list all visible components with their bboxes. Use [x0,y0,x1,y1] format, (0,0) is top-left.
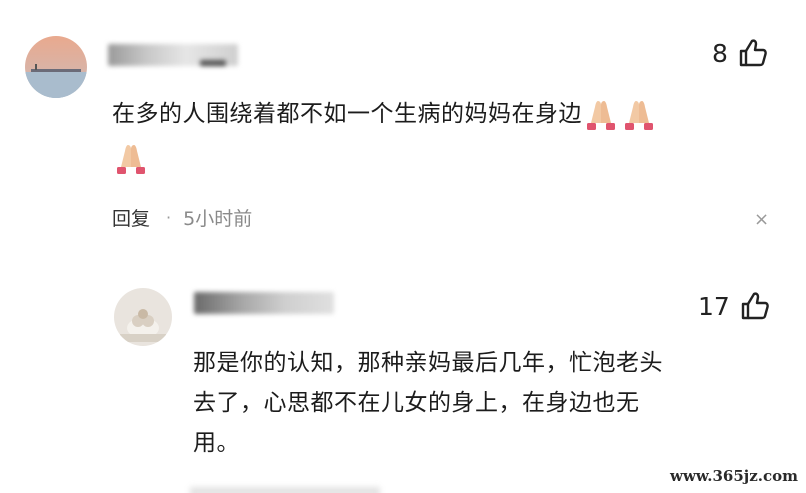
thumbs-up-icon[interactable] [738,38,768,68]
comment-thread: 8 在多的人围绕着都不如一个生病的妈妈在身边 回复 · 5小时前 × 17 那是… [0,0,806,493]
meta-separator: · [166,208,172,227]
comment-meta: 回复 · 5小时前 [112,204,252,231]
reply-body: 那是你的认知，那种亲妈最后几年，忙泡老头 去了，心思都不在儿女的身上，在身边也无… [193,345,773,462]
like-counter[interactable]: 17 [698,291,770,321]
watermark: www.365jz.com [670,467,798,485]
reply-text-line: 去了，心思都不在儿女的身上，在身边也无 [193,390,640,416]
reply-button[interactable]: 回复 [112,204,150,231]
avatar[interactable] [25,36,87,98]
folded-hands-icon [112,143,150,175]
like-counter[interactable]: 8 [712,38,768,68]
username-blurred[interactable] [194,292,334,314]
like-count: 17 [698,291,730,321]
reply-text-line: 那是你的认知，那种亲妈最后几年，忙泡老头 [193,350,663,376]
close-icon[interactable]: × [754,209,769,230]
username-blurred-underline [200,60,226,66]
thumbs-up-icon[interactable] [740,291,770,321]
comment-text-line: 在多的人围绕着都不如一个生病的妈妈在身边 [112,101,582,127]
next-comment-cutoff [190,487,380,493]
comment-body: 在多的人围绕着都不如一个生病的妈妈在身边 [112,96,772,133]
folded-hands-icon [620,99,658,131]
like-count: 8 [712,38,728,68]
folded-hands-icon [582,99,620,131]
comment-body-emoji-line [112,140,150,177]
reply-text-line: 用。 [193,430,240,456]
comment-time: 5小时前 [183,208,253,230]
avatar[interactable] [114,288,172,346]
